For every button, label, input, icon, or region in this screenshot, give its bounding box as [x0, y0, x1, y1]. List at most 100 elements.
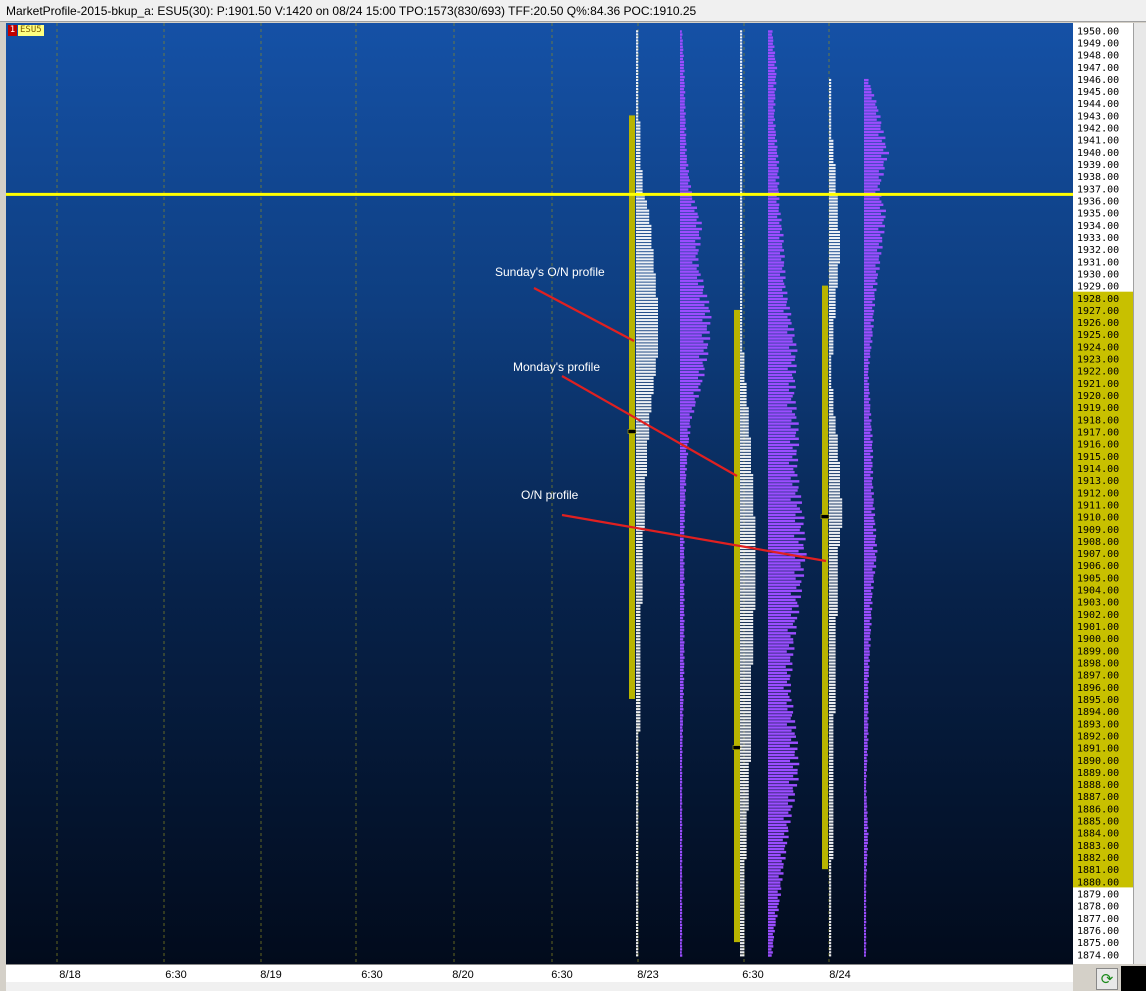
vertical-scrollbar[interactable]: [1133, 23, 1146, 964]
volume-bar: [768, 133, 776, 137]
volume-bar: [680, 589, 685, 592]
volume-bar: [768, 319, 791, 322]
volume-bar: [864, 118, 877, 121]
volume-bar: [680, 784, 682, 787]
tpo-row: [636, 501, 645, 504]
volume-bar: [864, 81, 869, 85]
price-axis[interactable]: 1950.00 1949.00 1948.00 1947.00 1946.00 1945.…: [1073, 23, 1133, 964]
chart-plot-area[interactable]: Sunday's O/N profile Monday's profile O/…: [6, 23, 1073, 964]
volume-bar: [864, 306, 873, 310]
price-tick-label: 1884.00: [1077, 829, 1119, 840]
tpo-row: [636, 729, 641, 732]
volume-bar: [768, 425, 791, 428]
tpo-row: [829, 151, 834, 155]
tpo-row: [636, 413, 650, 416]
chart-number-badge[interactable]: 1: [8, 25, 17, 36]
tpo-row: [740, 471, 751, 474]
time-axis[interactable]: 8/18 6:30 8/19 6:30 8/20 6:30 8/23 6:30 8/24: [6, 964, 1073, 982]
tpo-row: [740, 762, 749, 765]
tpo-row: [829, 641, 836, 644]
horizontal-scrollbar[interactable]: [6, 982, 1073, 991]
tpo-row: [636, 659, 641, 662]
tpo-row: [740, 939, 745, 942]
tpo-row: [740, 513, 754, 516]
volume-bar: [864, 388, 870, 392]
volume-bar: [680, 480, 686, 483]
volume-bar: [864, 188, 880, 191]
volume-bar: [768, 48, 773, 51]
tpo-row: [636, 464, 647, 468]
symbol-badge[interactable]: ESU5: [18, 25, 44, 36]
tpo-row: [740, 638, 754, 641]
volume-bar: [768, 276, 786, 279]
tpo-row: [829, 103, 832, 106]
refresh-icon[interactable]: ⟳: [1096, 968, 1118, 990]
volume-bar: [864, 516, 874, 520]
volume-bar: [680, 857, 682, 860]
tpo-row: [740, 765, 749, 768]
volume-bar: [680, 455, 687, 459]
price-tick-label: 1895.00: [1077, 695, 1119, 706]
tpo-row: [829, 522, 843, 525]
volume-bar: [864, 595, 873, 599]
volume-bar: [768, 680, 787, 684]
volume-bar: [680, 574, 684, 577]
tpo-row: [636, 483, 645, 486]
volume-bar: [680, 926, 683, 930]
price-tick-label: 1939.00: [1077, 160, 1119, 171]
volume-bar: [768, 100, 774, 103]
tpo-row: [636, 632, 641, 635]
tpo-row: [829, 170, 836, 173]
tpo-row: [636, 805, 639, 808]
volume-bar: [680, 236, 701, 240]
tpo-row: [740, 498, 754, 501]
tpo-row: [740, 556, 756, 559]
volume-bar: [768, 872, 784, 875]
tpo-row: [829, 604, 838, 607]
volume-bar: [864, 534, 877, 538]
tpo-row: [740, 176, 743, 179]
volume-bar: [768, 297, 788, 301]
volume-bar: [864, 683, 868, 687]
volume-bar: [768, 130, 776, 134]
tpo-row: [740, 884, 745, 887]
volume-bar: [768, 69, 775, 73]
tpo-row: [829, 416, 836, 419]
tpo-row: [829, 486, 840, 489]
tpo-row: [829, 209, 838, 212]
volume-bar: [864, 890, 867, 893]
tpo-row: [740, 844, 747, 847]
volume-bar: [680, 164, 689, 167]
volume-bar: [680, 583, 685, 586]
tpo-row: [740, 300, 743, 303]
tpo-row: [740, 343, 743, 346]
tpo-row: [636, 589, 643, 592]
tpo-row: [740, 164, 743, 167]
volume-bar: [768, 233, 784, 237]
tpo-row: [636, 586, 643, 589]
volume-bar: [680, 407, 692, 410]
tpo-row: [740, 240, 743, 243]
volume-bar: [680, 103, 685, 106]
tpo-row: [740, 382, 747, 386]
tpo-row: [740, 784, 749, 787]
volume-bar: [768, 197, 780, 200]
poc-marker: [627, 429, 637, 434]
volume-bar: [680, 215, 699, 219]
volume-bar: [680, 300, 710, 304]
tpo-row: [636, 534, 643, 537]
tpo-row: [636, 537, 643, 541]
tpo-row: [829, 391, 834, 395]
volume-bar: [864, 899, 867, 903]
tpo-row: [740, 802, 749, 805]
volume-bar: [680, 945, 683, 948]
tpo-row: [740, 847, 747, 851]
volume-bar: [680, 553, 685, 556]
tpo-row: [636, 227, 652, 230]
tpo-row: [740, 367, 745, 370]
tpo-row: [636, 826, 639, 829]
price-tick-label: 1918.00: [1077, 415, 1119, 426]
tpo-row: [636, 407, 652, 410]
tpo-row: [829, 784, 834, 787]
volume-bar: [864, 744, 868, 747]
